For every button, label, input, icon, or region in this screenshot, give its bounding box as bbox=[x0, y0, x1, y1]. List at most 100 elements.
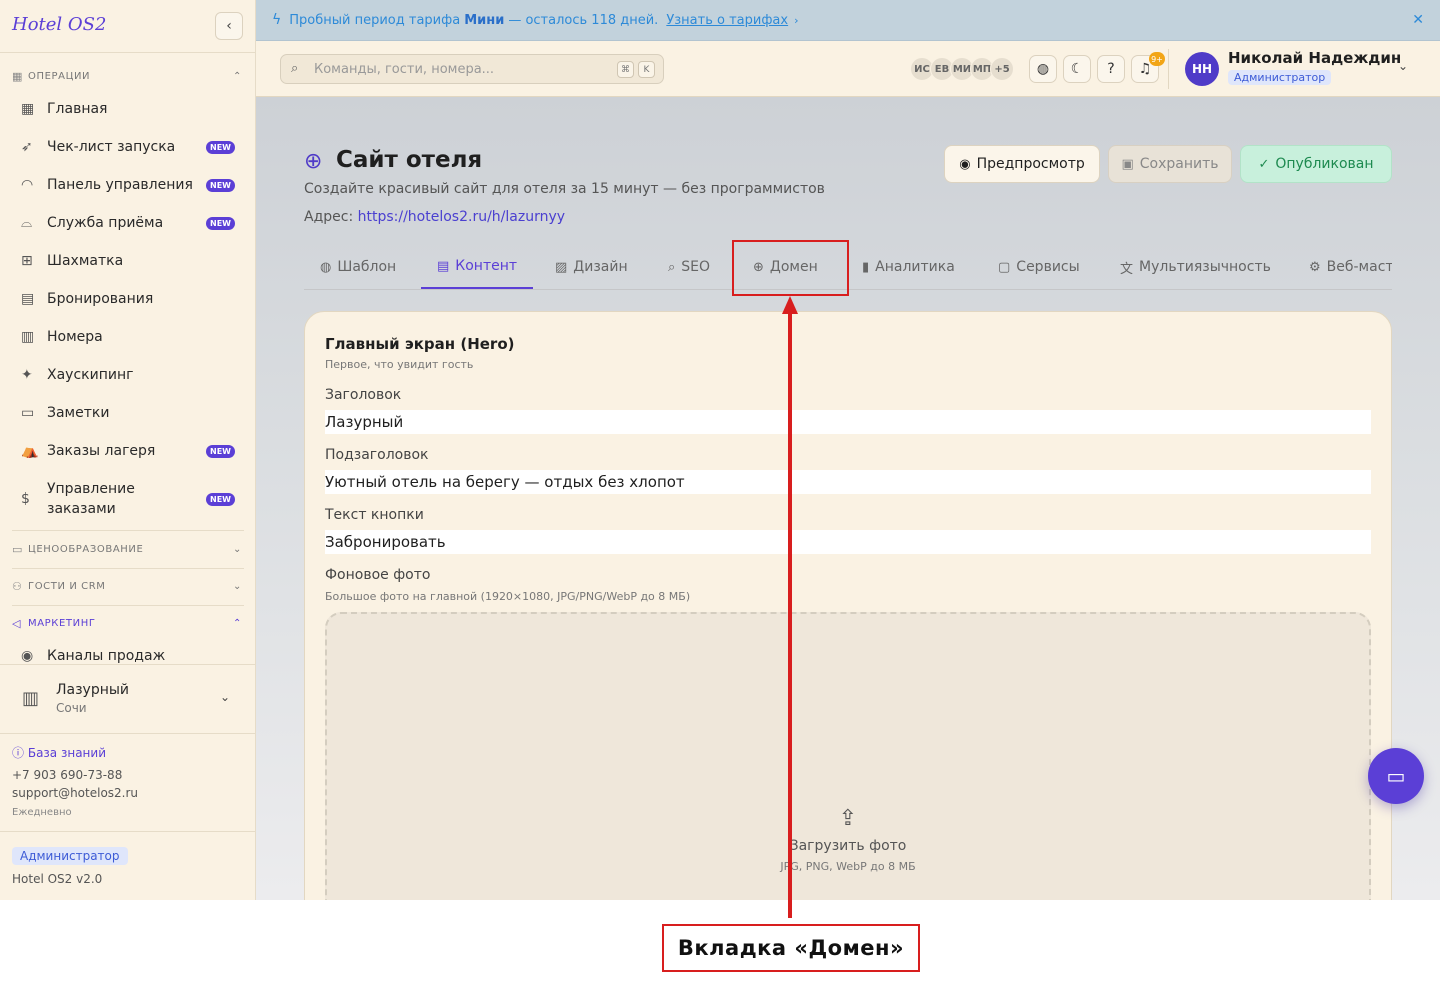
concierge-bell-icon: ⌓ bbox=[21, 215, 33, 231]
help-icon: ? bbox=[1107, 61, 1115, 77]
banner-plan: Мини bbox=[464, 12, 505, 28]
site-url-link[interactable]: https://hotelos2.ru/h/lazurnyy bbox=[358, 209, 565, 225]
user-avatar[interactable]: НН bbox=[1185, 52, 1219, 86]
brand-logo[interactable]: Hotel OS2 bbox=[12, 14, 106, 35]
app-version: Hotel OS2 v2.0 bbox=[12, 872, 103, 886]
tab-template[interactable]: ◍ Шаблон bbox=[320, 245, 396, 289]
sidebar-item-chessboard[interactable]: ⊞ Шахматка bbox=[12, 251, 244, 271]
upload-icon: ⇪ bbox=[838, 806, 858, 831]
hotel-selector[interactable]: ▥ Лазурный Сочи ⌄ bbox=[12, 678, 244, 722]
upload-hint: JPG, PNG, WebP до 8 МБ bbox=[780, 860, 916, 873]
sidebar-item-rooms[interactable]: ▥ Номера bbox=[12, 327, 244, 347]
heading-input[interactable]: Лазурный bbox=[325, 410, 1371, 434]
tab-design[interactable]: ▨ Дизайн bbox=[555, 245, 628, 289]
sidebar-item-label: Хаускипинг bbox=[47, 367, 134, 383]
shortcut-key: ⌘ bbox=[617, 61, 634, 78]
close-icon[interactable]: ✕ bbox=[1412, 12, 1424, 28]
sidebar-item-notes[interactable]: ▭ Заметки bbox=[12, 403, 244, 423]
top-bar: ⌕ Команды, гости, номера... ⌘ K ИС ЕВ МИ… bbox=[256, 41, 1440, 97]
sidebar-item-launch-checklist[interactable]: ➶ Чек-лист запуска NEW bbox=[12, 137, 244, 157]
section-divider bbox=[12, 568, 244, 569]
field-label-subheading: Подзаголовок bbox=[325, 447, 429, 463]
chevron-up-icon: ⌃ bbox=[233, 617, 242, 629]
pricing-link[interactable]: Узнать о тарифах bbox=[666, 13, 788, 28]
tab-label: Сервисы bbox=[1016, 259, 1080, 275]
search-icon: ⌕ bbox=[291, 61, 299, 76]
sidebar-item-label: Номера bbox=[47, 329, 103, 345]
button-label: Опубликован bbox=[1275, 156, 1374, 172]
section-marketing[interactable]: ◁ МАРКЕТИНГ ⌃ bbox=[12, 614, 244, 632]
section-guests-crm[interactable]: ⚇ ГОСТИ И CRM ⌄ bbox=[12, 577, 244, 595]
user-name[interactable]: Николай Надеждин bbox=[1228, 49, 1401, 67]
sidebar-item-order-management[interactable]: $ Управление заказами NEW bbox=[12, 479, 244, 519]
field-label-heading: Заголовок bbox=[325, 387, 402, 403]
subheading-input[interactable]: Уютный отель на берегу — отдых без хлопо… bbox=[325, 470, 1371, 494]
section-label: МАРКЕТИНГ bbox=[28, 617, 96, 629]
support-chat-button[interactable]: ▭ bbox=[1368, 748, 1424, 804]
sidebar-item-sales-channels[interactable]: ◉ Каналы продаж bbox=[12, 646, 244, 666]
tab-analytics[interactable]: ▮ Аналитика bbox=[862, 245, 955, 289]
tab-seo[interactable]: ⌕ SEO bbox=[668, 245, 710, 289]
tab-multilanguage[interactable]: 文 Мультиязычность bbox=[1120, 245, 1271, 289]
chevron-left-icon: ‹ bbox=[226, 18, 232, 34]
document-icon: ▤ bbox=[437, 258, 450, 274]
topbar-separator bbox=[1168, 49, 1169, 89]
notifications-button[interactable]: ♫ 9+ bbox=[1131, 52, 1165, 83]
chat-icon: ▢ bbox=[998, 259, 1011, 275]
published-button[interactable]: ✓ Опубликован bbox=[1240, 145, 1392, 183]
section-pricing[interactable]: ▭ ЦЕНООБРАЗОВАНИЕ ⌄ bbox=[12, 540, 244, 558]
section-divider bbox=[12, 530, 244, 531]
banner-text: Пробный период тарифа bbox=[289, 12, 461, 28]
sidebar-item-label: Панель управления bbox=[47, 177, 193, 193]
notification-count: 9+ bbox=[1149, 52, 1165, 66]
address-label: Адрес: bbox=[304, 209, 354, 225]
help-button[interactable]: ? bbox=[1097, 55, 1125, 83]
sidebar-item-home[interactable]: ▦ Главная bbox=[12, 99, 244, 119]
sidebar-item-label: Служба приёма bbox=[47, 215, 164, 231]
palette-icon: ◍ bbox=[1036, 61, 1050, 77]
main-content: ⊕ Сайт отеля Создайте красивый сайт для … bbox=[256, 97, 1440, 900]
new-badge: NEW bbox=[206, 216, 235, 230]
tent-icon: ⛺ bbox=[21, 443, 39, 459]
sidebar-item-label: Чек-лист запуска bbox=[47, 139, 176, 155]
sidebar-item-control-panel[interactable]: ◠ Панель управления NEW bbox=[12, 175, 244, 195]
label-line-1: Управление bbox=[47, 481, 135, 497]
chevron-down-icon[interactable]: ⌄ bbox=[1398, 59, 1408, 73]
section-operations[interactable]: ▦ ОПЕРАЦИИ ⌃ bbox=[12, 67, 244, 85]
sidebar-divider bbox=[0, 831, 256, 832]
dollar-receipt-icon: $ bbox=[21, 491, 30, 507]
sidebar-item-label: Заметки bbox=[47, 405, 110, 421]
clipboard-icon: ▤ bbox=[21, 291, 35, 307]
field-label-button-text: Текст кнопки bbox=[325, 507, 424, 523]
tab-label: Контент bbox=[455, 258, 518, 274]
theme-palette-button[interactable]: ◍ bbox=[1029, 55, 1057, 83]
megaphone-icon: ◁ bbox=[12, 616, 22, 630]
grid-icon: ▦ bbox=[12, 69, 23, 83]
sidebar-item-front-desk[interactable]: ⌓ Служба приёма NEW bbox=[12, 213, 244, 233]
tab-content[interactable]: ▤ Контент bbox=[421, 245, 534, 289]
sidebar-item-housekeeping[interactable]: ✦ Хаускипинг bbox=[12, 365, 244, 385]
card-icon: ▭ bbox=[12, 542, 23, 556]
save-button[interactable]: ▣ Сохранить bbox=[1108, 145, 1232, 183]
tab-webmaster[interactable]: ⚙ Веб-мастер bbox=[1309, 245, 1392, 289]
collapse-sidebar-button[interactable]: ‹ bbox=[215, 12, 243, 40]
sidebar-item-bookings[interactable]: ▤ Бронирования bbox=[12, 289, 244, 309]
lightning-icon: ϟ bbox=[272, 12, 282, 28]
knowledge-base-link[interactable]: ⓘ База знаний bbox=[12, 744, 106, 761]
photo-upload-dropzone[interactable]: ⇪ Загрузить фото JPG, PNG, WebP до 8 МБ bbox=[325, 612, 1371, 900]
sidebar-item-camp-orders[interactable]: ⛺ Заказы лагеря NEW bbox=[12, 441, 244, 461]
command-search-input[interactable]: ⌕ Команды, гости, номера... ⌘ K bbox=[280, 54, 664, 84]
new-badge: NEW bbox=[206, 140, 235, 154]
dark-mode-button[interactable]: ☾ bbox=[1063, 55, 1091, 83]
globe-icon: ⊕ bbox=[304, 149, 323, 174]
page-title: Сайт отеля bbox=[336, 147, 483, 173]
support-phone: +7 903 690-73-88 bbox=[12, 768, 123, 782]
button-text-input[interactable]: Забронировать bbox=[325, 530, 1371, 554]
tab-services[interactable]: ▢ Сервисы bbox=[998, 245, 1080, 289]
palette-icon: ◍ bbox=[320, 259, 332, 275]
moon-icon: ☾ bbox=[1070, 61, 1084, 77]
preview-button[interactable]: ◉ Предпросмотр bbox=[944, 145, 1100, 183]
sidebar-divider bbox=[0, 733, 256, 734]
sidebar-item-label: Шахматка bbox=[47, 253, 124, 269]
section-divider bbox=[12, 605, 244, 606]
